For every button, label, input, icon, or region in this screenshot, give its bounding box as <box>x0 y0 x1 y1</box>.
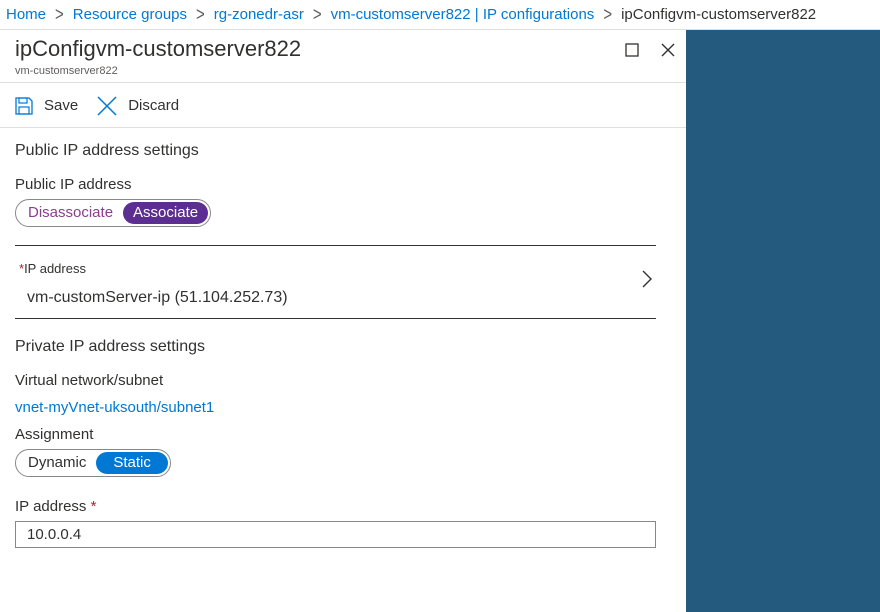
breadcrumb-resource-group[interactable]: rg-zonedr-asr <box>214 6 304 23</box>
breadcrumb-current: ipConfigvm-customserver822 <box>621 6 817 23</box>
breadcrumb-separator: > <box>55 3 64 26</box>
vnet-label: Virtual network/subnet <box>15 372 164 389</box>
command-bar: Save Discard <box>0 84 686 128</box>
assignment-label: Assignment <box>15 426 94 443</box>
public-ip-address-selector[interactable]: *IP address vm-customServer-ip (51.104.2… <box>15 245 656 319</box>
discard-button[interactable]: Discard <box>96 95 179 117</box>
associate-option[interactable]: Associate <box>123 202 209 224</box>
disassociate-option[interactable]: Disassociate <box>18 202 123 224</box>
breadcrumb-separator: > <box>312 3 322 26</box>
breadcrumb: Home > Resource groups > rg-zonedr-asr >… <box>0 0 880 30</box>
maximize-icon <box>625 43 639 57</box>
breadcrumb-separator: > <box>196 3 205 26</box>
public-ip-field-label: *IP address <box>19 261 86 276</box>
public-ip-value: vm-customServer-ip (51.104.252.73) <box>27 289 288 306</box>
background-pane <box>686 30 880 612</box>
dynamic-option[interactable]: Dynamic <box>18 452 96 474</box>
private-ip-label-text: IP address <box>15 498 87 515</box>
static-option[interactable]: Static <box>96 452 168 474</box>
breadcrumb-resource-groups[interactable]: Resource groups <box>73 6 187 23</box>
private-ip-label: IP address * <box>15 498 96 515</box>
ip-config-blade: ipConfigvm-customserver822 vm-customserv… <box>0 30 686 612</box>
public-ip-heading: Public IP address settings <box>15 142 199 159</box>
breadcrumb-ip-configurations[interactable]: vm-customserver822 | IP configurations <box>331 6 595 23</box>
assignment-toggle: Dynamic Static <box>15 449 171 477</box>
save-icon <box>15 96 33 115</box>
public-ip-toggle: Disassociate Associate <box>15 199 212 227</box>
private-ip-input[interactable] <box>15 521 656 548</box>
discard-icon <box>97 95 117 116</box>
save-label: Save <box>44 97 79 114</box>
save-button[interactable]: Save <box>14 96 78 116</box>
chevron-right-icon <box>642 270 652 288</box>
maximize-button[interactable] <box>622 40 642 60</box>
public-ip-field-label-text: IP address <box>24 261 86 276</box>
private-ip-heading: Private IP address settings <box>15 338 206 355</box>
discard-label: Discard <box>128 97 180 114</box>
breadcrumb-separator: > <box>603 3 613 26</box>
vnet-subnet-link[interactable]: vnet-myVnet-uksouth/subnet1 <box>15 399 214 416</box>
page-title: ipConfigvm-customserver822 <box>15 36 302 61</box>
required-marker: * <box>90 498 97 515</box>
blade-header: ipConfigvm-customserver822 vm-customserv… <box>0 30 686 83</box>
public-ip-label: Public IP address <box>15 176 132 193</box>
breadcrumb-home[interactable]: Home <box>6 6 46 23</box>
close-icon <box>661 43 675 57</box>
close-button[interactable] <box>658 40 678 60</box>
page-subtitle: vm-customserver822 <box>15 65 118 77</box>
